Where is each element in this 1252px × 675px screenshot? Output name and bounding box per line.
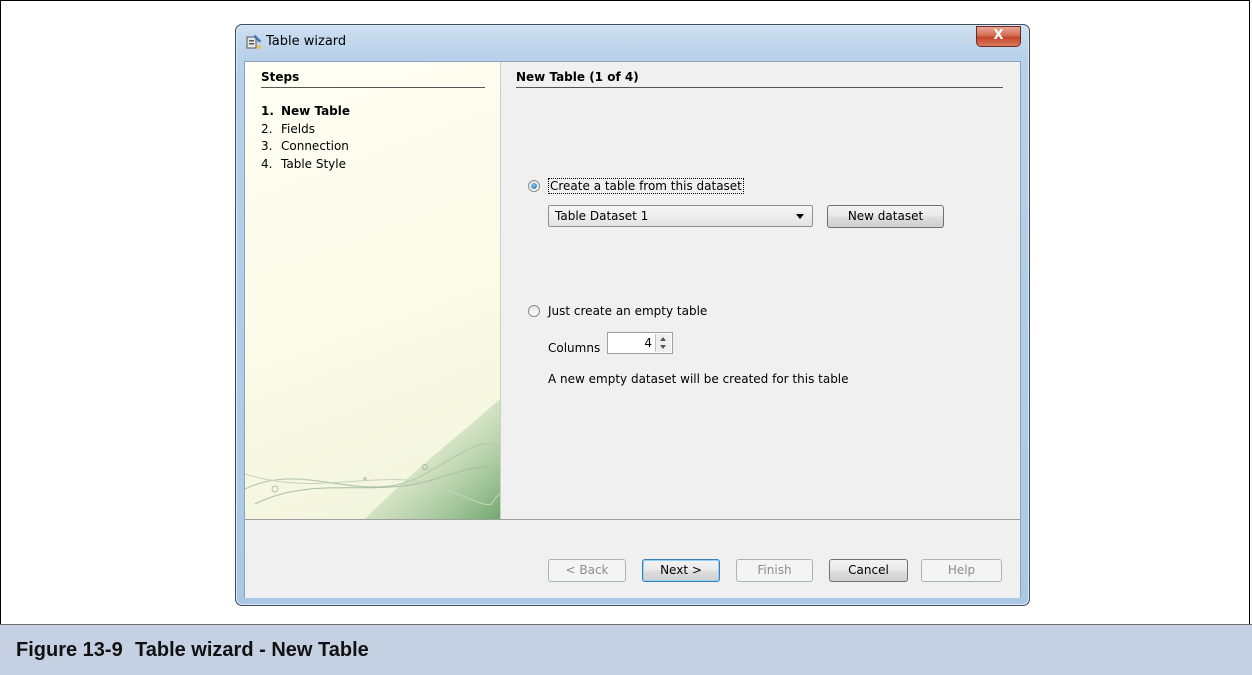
columns-spinner[interactable]: 4 [607, 332, 673, 354]
create-empty-table-option[interactable]: Just create an empty table [528, 304, 707, 318]
step-label: Connection [281, 139, 349, 153]
step-number: 4. [261, 156, 273, 171]
chevron-down-icon [796, 214, 804, 219]
help-button[interactable]: Help [921, 559, 1002, 582]
dataset-select-value: Table Dataset 1 [555, 209, 649, 223]
cancel-button[interactable]: Cancel [829, 559, 908, 582]
steps-pane: Steps 1. New Table 2. Fields 3. Connection … [245, 62, 501, 519]
step-item: 1. New Table [261, 103, 350, 121]
step-number: 1. [261, 104, 274, 118]
new-dataset-button[interactable]: New dataset [827, 205, 944, 228]
button-bar: < Back Next > Finish Cancel Help [245, 519, 1020, 598]
columns-value: 4 [644, 336, 652, 350]
create-from-dataset-option[interactable]: Create a table from this dataset [528, 178, 744, 194]
columns-label: Columns [548, 341, 601, 355]
next-button[interactable]: Next > [642, 559, 720, 582]
decorative-swoosh [245, 399, 500, 519]
close-icon: X [993, 28, 1004, 43]
title-bar[interactable]: Table wizard X [236, 25, 1029, 59]
steps-title: Steps [261, 70, 485, 88]
table-wizard-dialog: Table wizard X Steps 1. New Table 2. Field… [235, 24, 1030, 606]
step-number: 3. [261, 139, 273, 153]
wizard-client-area: Steps 1. New Table 2. Fields 3. Connection … [244, 61, 1021, 598]
spinner-arrows[interactable] [655, 334, 671, 352]
radio-selected-icon[interactable] [528, 180, 540, 192]
close-button[interactable]: X [976, 26, 1021, 47]
back-button[interactable]: < Back [548, 559, 626, 582]
step-item: 2. Fields [261, 121, 350, 139]
figure-title: Table wizard - New Table [135, 639, 369, 661]
create-from-dataset-label: Create a table from this dataset [548, 178, 744, 194]
step-item: 3. Connection [261, 138, 350, 156]
step-number: 2. [261, 121, 273, 136]
figure-caption: Figure 13-9 Table wizard - New Table [0, 624, 1252, 675]
content-pane: New Table (1 of 4) Create a table from t… [501, 62, 1020, 519]
window-title: Table wizard [266, 34, 347, 49]
step-label: Table Style [281, 156, 346, 171]
step-item: 4. Table Style [261, 156, 350, 174]
page-title: New Table (1 of 4) [516, 70, 1003, 88]
step-label: New Table [281, 104, 351, 118]
create-empty-table-label: Just create an empty table [548, 304, 708, 318]
arrow-up-icon[interactable] [660, 337, 666, 341]
radio-unselected-icon[interactable] [528, 305, 540, 317]
figure-number: Figure 13-9 [16, 639, 123, 661]
dataset-select[interactable]: Table Dataset 1 [548, 205, 813, 227]
steps-list: 1. New Table 2. Fields 3. Connection 4. Tabl… [261, 103, 350, 173]
arrow-down-icon[interactable] [660, 345, 666, 349]
empty-table-note: A new empty dataset will be created for … [548, 372, 849, 386]
wizard-icon [246, 34, 262, 49]
finish-button[interactable]: Finish [736, 559, 813, 582]
step-label: Fields [281, 121, 315, 136]
